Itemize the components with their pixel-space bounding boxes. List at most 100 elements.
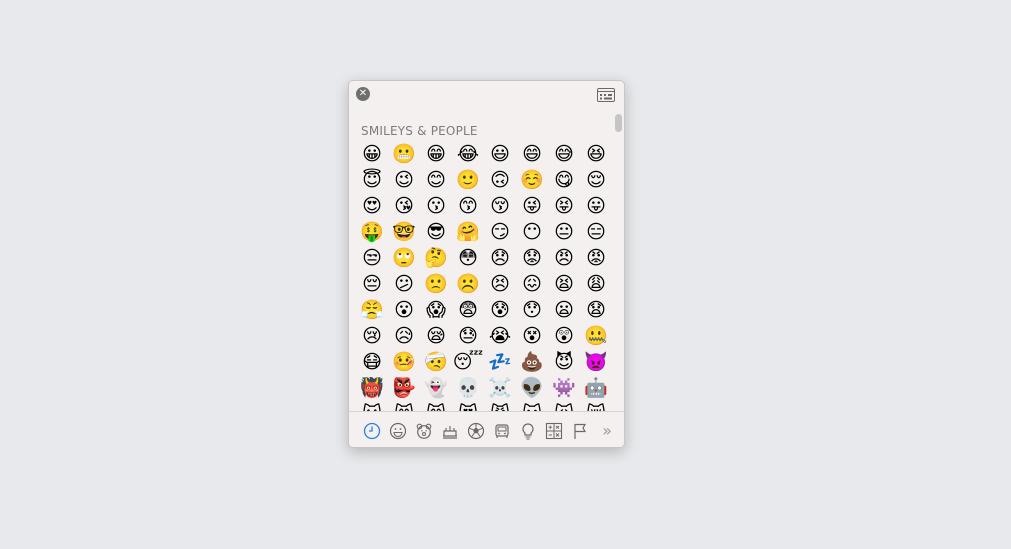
emoji-cell[interactable]: 😚 bbox=[484, 193, 516, 219]
emoji-cell[interactable]: 😒 bbox=[356, 245, 388, 271]
category-activity[interactable] bbox=[463, 421, 489, 441]
emoji-cell[interactable]: 😫 bbox=[548, 271, 580, 297]
emoji-cell[interactable]: 😌 bbox=[580, 167, 612, 193]
emoji-cell[interactable]: 😮 bbox=[388, 297, 420, 323]
emoji-cell[interactable]: ☺️ bbox=[516, 167, 548, 193]
emoji-cell[interactable]: 🤔 bbox=[420, 245, 452, 271]
category-food[interactable] bbox=[437, 421, 463, 441]
emoji-cell[interactable]: 😽 bbox=[516, 401, 548, 411]
category-flags[interactable] bbox=[567, 421, 593, 441]
emoji-cell[interactable]: 😴 bbox=[452, 349, 484, 375]
emoji-cell[interactable]: 😟 bbox=[516, 245, 548, 271]
emoji-cell[interactable]: 😋 bbox=[548, 167, 580, 193]
emoji-cell[interactable]: 😡 bbox=[580, 245, 612, 271]
emoji-cell[interactable]: 😲 bbox=[548, 323, 580, 349]
emoji-cell[interactable]: 😀 bbox=[356, 141, 388, 167]
emoji-cell[interactable]: 🙀 bbox=[548, 401, 580, 411]
emoji-cell[interactable]: 😈 bbox=[548, 349, 580, 375]
scroll-thumb[interactable] bbox=[615, 114, 622, 132]
emoji-cell[interactable]: 💩 bbox=[516, 349, 548, 375]
emoji-cell[interactable]: 😘 bbox=[388, 193, 420, 219]
emoji-cell[interactable]: 🤑 bbox=[356, 219, 388, 245]
emoji-cell[interactable]: 😕 bbox=[388, 271, 420, 297]
emoji-cell[interactable]: 😆 bbox=[580, 141, 612, 167]
emoji-cell[interactable]: 👽 bbox=[516, 375, 548, 401]
emoji-cell[interactable]: 🙁 bbox=[420, 271, 452, 297]
emoji-cell[interactable]: 😝 bbox=[548, 193, 580, 219]
emoji-cell[interactable]: 😭 bbox=[484, 323, 516, 349]
emoji-cell[interactable]: 😵 bbox=[516, 323, 548, 349]
emoji-cell[interactable]: ☹️ bbox=[452, 271, 484, 297]
emoji-cell[interactable]: 😓 bbox=[452, 323, 484, 349]
emoji-cell[interactable]: 😞 bbox=[484, 245, 516, 271]
emoji-cell[interactable]: 😪 bbox=[420, 323, 452, 349]
category-objects[interactable] bbox=[515, 421, 541, 441]
emoji-cell[interactable]: 😳 bbox=[452, 245, 484, 271]
emoji-cell[interactable]: 😦 bbox=[548, 297, 580, 323]
emoji-cell[interactable]: 🤒 bbox=[388, 349, 420, 375]
category-animals[interactable] bbox=[411, 421, 437, 441]
emoji-cell[interactable]: 😂 bbox=[452, 141, 484, 167]
category-recent[interactable] bbox=[359, 421, 385, 441]
emoji-cell[interactable]: 👻 bbox=[420, 375, 452, 401]
emoji-cell[interactable]: 😢 bbox=[356, 323, 388, 349]
emoji-cell[interactable]: 😤 bbox=[356, 297, 388, 323]
category-travel[interactable] bbox=[489, 421, 515, 441]
emoji-cell[interactable]: ☠️ bbox=[484, 375, 516, 401]
emoji-cell[interactable]: 🤕 bbox=[420, 349, 452, 375]
emoji-cell[interactable]: 😶 bbox=[516, 219, 548, 245]
category-symbols[interactable] bbox=[541, 421, 567, 441]
emoji-cell[interactable]: 😣 bbox=[484, 271, 516, 297]
emoji-cell[interactable]: 😩 bbox=[580, 271, 612, 297]
emoji-cell[interactable]: 😎 bbox=[420, 219, 452, 245]
emoji-cell[interactable]: 😺 bbox=[356, 401, 388, 411]
emoji-cell[interactable]: 😗 bbox=[420, 193, 452, 219]
emoji-cell[interactable]: 😄 bbox=[516, 141, 548, 167]
emoji-cell[interactable]: 😐 bbox=[548, 219, 580, 245]
emoji-cell[interactable]: 😼 bbox=[484, 401, 516, 411]
emoji-cell[interactable]: 😱 bbox=[420, 297, 452, 323]
emoji-cell[interactable]: 😠 bbox=[548, 245, 580, 271]
emoji-cell[interactable]: 😃 bbox=[484, 141, 516, 167]
emoji-cell[interactable]: 😔 bbox=[356, 271, 388, 297]
emoji-cell[interactable]: 😅 bbox=[548, 141, 580, 167]
emoji-cell[interactable]: 🙄 bbox=[388, 245, 420, 271]
emoji-cell[interactable]: 😸 bbox=[388, 401, 420, 411]
emoji-cell[interactable]: 🤖 bbox=[580, 375, 612, 401]
emoji-cell[interactable]: 🤓 bbox=[388, 219, 420, 245]
emoji-cell[interactable]: 😊 bbox=[420, 167, 452, 193]
emoji-cell[interactable]: 😻 bbox=[452, 401, 484, 411]
emoji-cell[interactable]: 😖 bbox=[516, 271, 548, 297]
emoji-cell[interactable]: 🤗 bbox=[452, 219, 484, 245]
category-smileys[interactable] bbox=[385, 421, 411, 441]
emoji-cell[interactable]: 😧 bbox=[580, 297, 612, 323]
close-button[interactable]: ✕ bbox=[356, 87, 370, 101]
emoji-cell[interactable]: 😑 bbox=[580, 219, 612, 245]
emoji-cell[interactable]: 😜 bbox=[516, 193, 548, 219]
emoji-cell[interactable]: 😰 bbox=[484, 297, 516, 323]
emoji-cell[interactable]: 👹 bbox=[356, 375, 388, 401]
more-categories-button[interactable]: » bbox=[602, 421, 612, 440]
emoji-cell[interactable]: 😏 bbox=[484, 219, 516, 245]
emoji-cell[interactable]: 😇 bbox=[356, 167, 388, 193]
emoji-cell[interactable]: 💤 bbox=[484, 349, 516, 375]
emoji-cell[interactable]: 👾 bbox=[548, 375, 580, 401]
emoji-cell[interactable]: 🤐 bbox=[580, 323, 612, 349]
emoji-cell[interactable]: 😿 bbox=[580, 401, 612, 411]
emoji-cell[interactable]: 😉 bbox=[388, 167, 420, 193]
emoji-cell[interactable]: 😯 bbox=[516, 297, 548, 323]
emoji-cell[interactable]: 😷 bbox=[356, 349, 388, 375]
emoji-cell[interactable]: 😨 bbox=[452, 297, 484, 323]
emoji-cell[interactable]: 🙃 bbox=[484, 167, 516, 193]
emoji-cell[interactable]: 😛 bbox=[580, 193, 612, 219]
emoji-cell[interactable]: 👺 bbox=[388, 375, 420, 401]
emoji-cell[interactable]: 🙂 bbox=[452, 167, 484, 193]
emoji-cell[interactable]: 😹 bbox=[420, 401, 452, 411]
emoji-cell[interactable]: 😙 bbox=[452, 193, 484, 219]
emoji-cell[interactable]: 😬 bbox=[388, 141, 420, 167]
emoji-cell[interactable]: 👿 bbox=[580, 349, 612, 375]
emoji-cell[interactable]: 😁 bbox=[420, 141, 452, 167]
character-viewer-button[interactable] bbox=[597, 87, 615, 102]
emoji-scroll-area[interactable]: SMILEYS & PEOPLE 😀 😬 😁 😂 😃 😄 😅 😆 😇 😉 😊 🙂 🙃 ☺️ 😋 😌 😍 😘 😗 😙 😚 😜… bbox=[349, 111, 624, 411]
emoji-cell[interactable]: 😍 bbox=[356, 193, 388, 219]
